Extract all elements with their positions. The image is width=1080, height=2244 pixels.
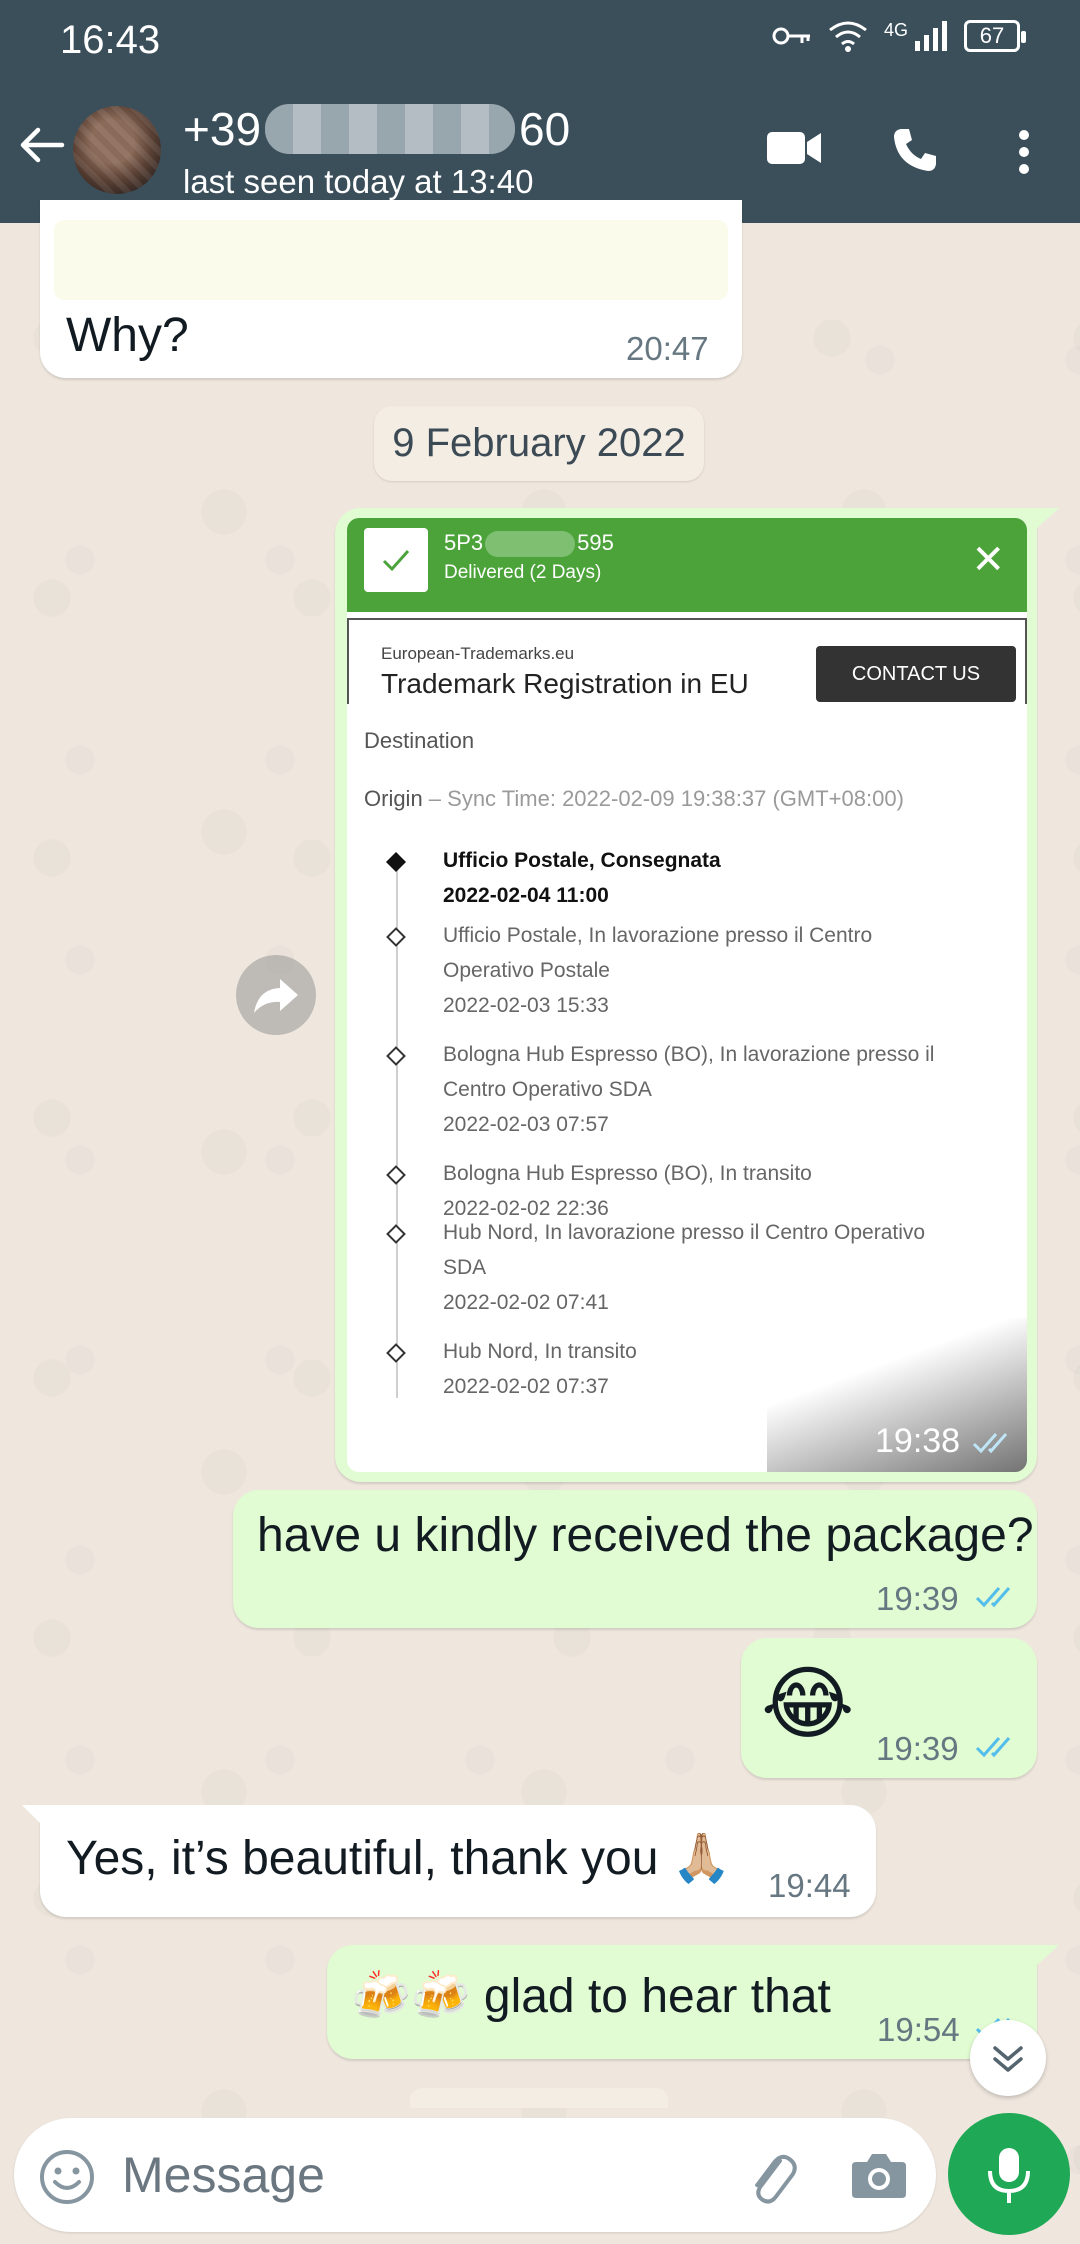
emoji-icon[interactable]: [38, 2148, 96, 2206]
read-ticks-icon: [972, 1433, 1008, 1454]
message-text: 🍻🍻 glad to hear that: [351, 1970, 831, 2023]
next-date-chip: [410, 2088, 668, 2108]
message-time: 20:47: [626, 330, 709, 367]
tracking-event-line: 2022-02-02 22:36: [443, 1197, 609, 1220]
tracking-event-line: Bologna Hub Espresso (BO), In transito: [443, 1162, 812, 1185]
ad-title: Trademark Registration in EU: [381, 668, 749, 699]
timeline-dot-icon: [386, 1046, 406, 1066]
tracking-id: 5P3 595: [444, 530, 614, 558]
timeline-dot-icon: [386, 927, 406, 947]
tracking-event-line: Ufficio Postale, In lavorazione presso i…: [443, 924, 873, 947]
contact-avatar[interactable]: [73, 106, 161, 194]
quoted-preview: [54, 220, 728, 300]
message-time: 19:39: [876, 1580, 959, 1617]
tracking-event-line: 2022-02-03 07:57: [443, 1113, 609, 1136]
message-text: Yes, it’s beautiful, thank you 🙏🏼: [66, 1832, 732, 1885]
timeline-dot-icon: [386, 1165, 406, 1185]
bubble-tail: [22, 1805, 42, 1825]
tracking-event-line: Ufficio Postale, Consegnata: [443, 849, 721, 872]
back-icon[interactable]: [16, 120, 66, 170]
contact-name[interactable]: +39 60: [183, 102, 570, 156]
redacted-tracking: [485, 531, 576, 558]
message-outgoing-emoji[interactable]: 😂 19:39: [741, 1638, 1037, 1778]
destination-label: Destination: [364, 728, 475, 753]
wifi-icon: [829, 21, 867, 52]
forward-icon: [254, 979, 298, 1013]
more-options-icon[interactable]: [1014, 130, 1034, 174]
tracking-screenshot[interactable]: 5P3 595 Delivered (2 Days) ✕ European-Tra…: [347, 518, 1027, 1472]
message-incoming[interactable]: Yes, it’s beautiful, thank you 🙏🏼 19:44: [40, 1805, 876, 1917]
message-text: 😂: [761, 1659, 855, 1748]
tracking-status: Delivered (2 Days): [444, 562, 602, 583]
vpn-key-icon: [772, 27, 810, 45]
battery-icon: 67: [964, 20, 1026, 52]
chat-header: 16:43 4G 67 +39 60 last seen today at 13…: [0, 0, 1080, 223]
tracking-event-line: 2022-02-02 07:37: [443, 1375, 609, 1398]
status-icons: 4G 67: [772, 20, 1026, 52]
ad-site: European-Trademarks.eu: [381, 644, 575, 663]
tracking-header: 5P3 595 Delivered (2 Days) ✕: [347, 518, 1027, 612]
tracking-event-line: Operativo Postale: [443, 959, 610, 982]
last-seen-status: last seen today at 13:40: [183, 163, 534, 200]
tracking-event-line: 2022-02-02 07:41: [443, 1291, 609, 1314]
message-outgoing[interactable]: 🍻🍻 glad to hear that 19:54: [327, 1945, 1037, 2059]
message-composer: [14, 2118, 936, 2232]
tracking-event-line: Hub Nord, In transito: [443, 1340, 637, 1363]
message-text: have u kindly received the package?: [257, 1509, 1034, 1562]
redacted-number: [265, 104, 516, 154]
read-ticks-icon: [975, 1737, 1011, 1758]
attach-icon[interactable]: [742, 2146, 802, 2206]
mic-button[interactable]: [948, 2113, 1070, 2235]
check-icon: [364, 528, 428, 592]
bubble-tail: [1035, 1945, 1059, 1967]
message-incoming[interactable]: Why? 20:47: [40, 200, 742, 378]
message-outgoing[interactable]: have u kindly received the package? 19:3…: [233, 1490, 1037, 1628]
message-text: Why?: [66, 309, 189, 362]
forward-button[interactable]: [236, 955, 316, 1035]
network-type: 4G: [883, 20, 908, 40]
timeline-dot-icon: [386, 852, 406, 872]
message-time: 19:54: [877, 2011, 960, 2048]
contact-name-suffix: 60: [519, 103, 571, 155]
voice-call-icon[interactable]: [891, 126, 939, 174]
origin-label: Origin – Sync Time: 2022-02-09 19:38:37 …: [364, 786, 904, 811]
timeline-dot-icon: [386, 1343, 406, 1363]
ad-banner: European-Trademarks.eu Trademark Registr…: [347, 618, 1027, 704]
message-input[interactable]: [122, 2138, 722, 2212]
status-time: 16:43: [60, 18, 161, 62]
read-ticks-icon: [975, 1587, 1011, 1608]
tracking-event-line: SDA: [443, 1256, 487, 1279]
bubble-tail: [1035, 508, 1059, 530]
tracking-event-line: 2022-02-03 15:33: [443, 994, 609, 1017]
timeline-dot-icon: [386, 1224, 406, 1244]
contact-name-prefix: +39: [183, 103, 262, 155]
tracking-event-line: Bologna Hub Espresso (BO), In lavorazion…: [443, 1043, 935, 1066]
tracking-event-line: Centro Operativo SDA: [443, 1078, 652, 1101]
message-time: 19:38: [875, 1422, 961, 1460]
ad-contact-button: CONTACT US: [816, 646, 1016, 702]
message-time: 19:39: [876, 1730, 959, 1767]
tracking-event-line: 2022-02-04 11:00: [443, 884, 609, 907]
signal-icon: [915, 21, 947, 51]
camera-icon[interactable]: [850, 2148, 908, 2202]
mic-icon: [988, 2148, 1030, 2203]
tracking-event-line: Hub Nord, In lavorazione presso il Centr…: [443, 1221, 926, 1244]
message-time: 19:44: [768, 1867, 851, 1904]
date-separator: 9 February 2022: [374, 406, 704, 481]
close-icon: ✕: [971, 538, 1005, 582]
video-call-icon[interactable]: [766, 128, 822, 168]
double-chevron-down-icon: [993, 2046, 1023, 2072]
scroll-to-bottom-button[interactable]: [970, 2020, 1046, 2096]
